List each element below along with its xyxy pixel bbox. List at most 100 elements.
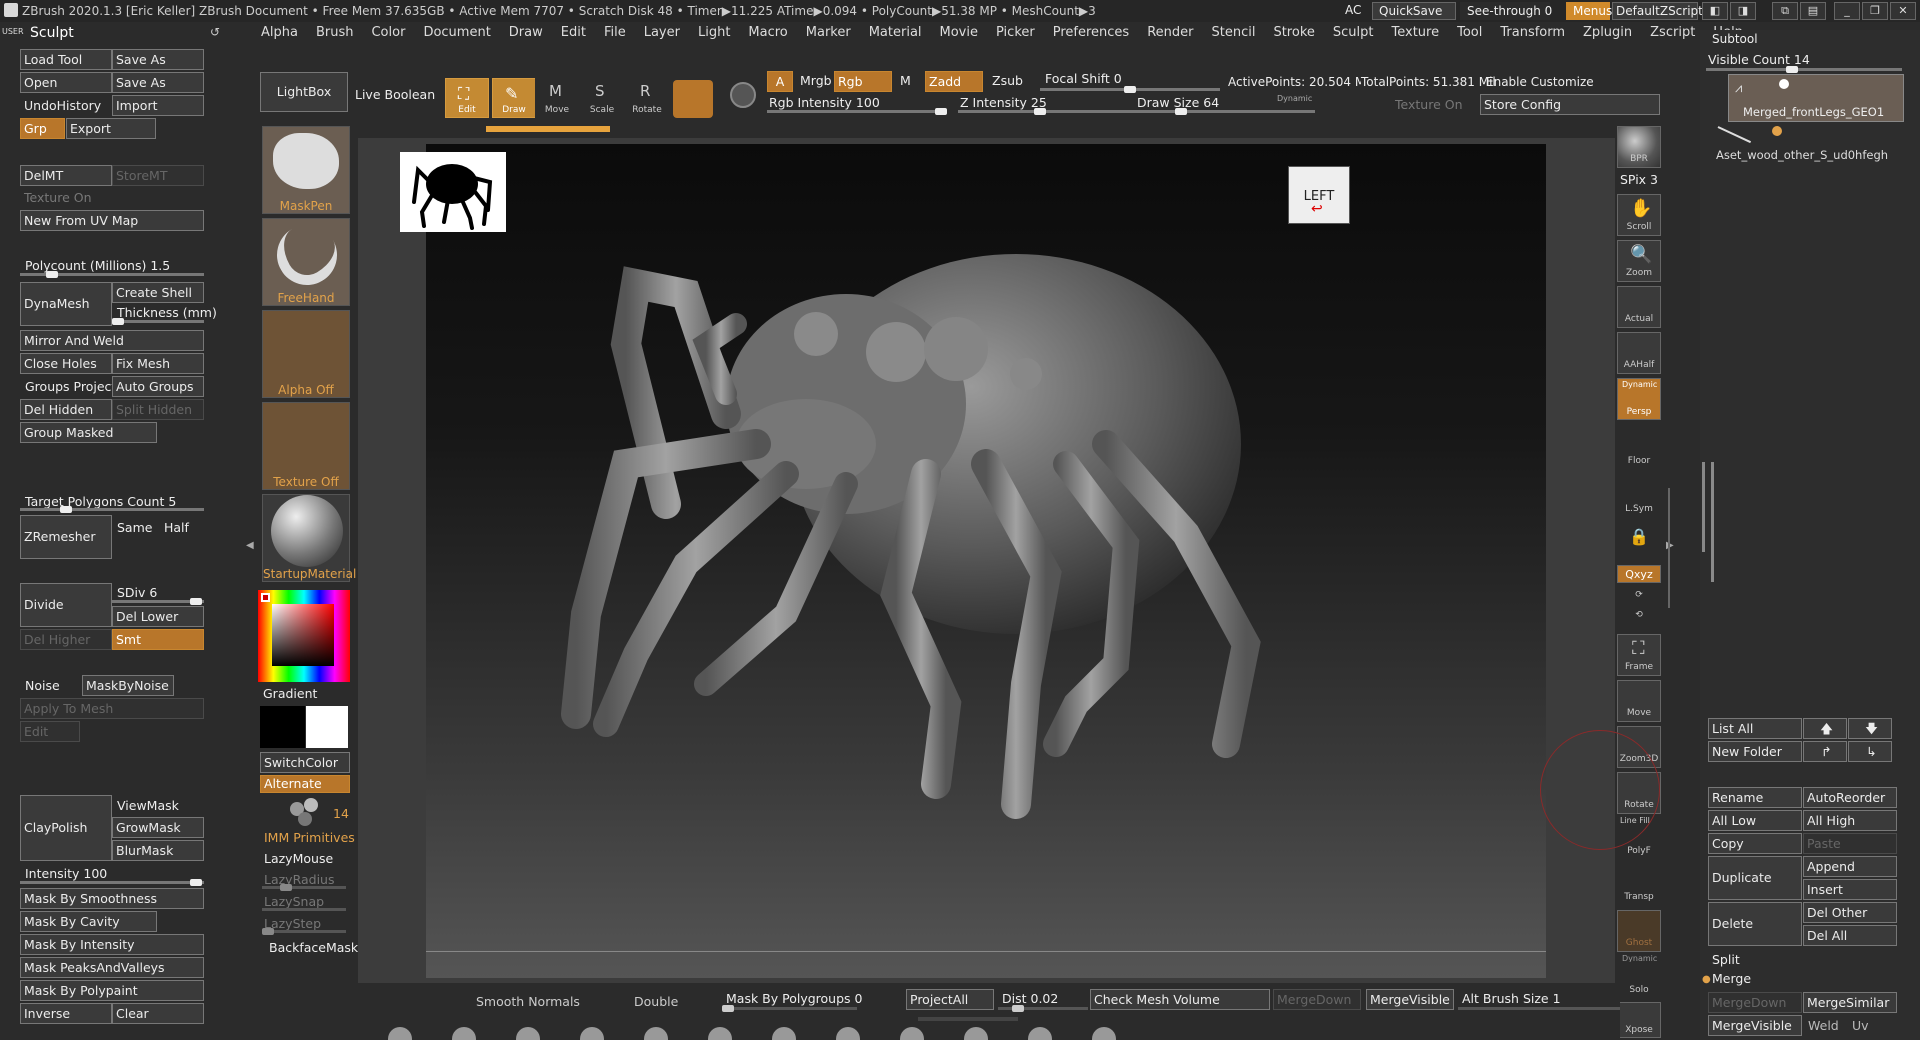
- subtool-item-2[interactable]: Aset_wood_other_S_ud0hfegh: [1708, 126, 1904, 166]
- del-hidden-button[interactable]: Del Hidden: [20, 399, 112, 420]
- mask-by-cavity-button[interactable]: Mask By Cavity: [20, 911, 157, 932]
- merge-section[interactable]: Merge: [1712, 971, 1751, 986]
- default-zscript-button[interactable]: DefaultZScript: [1612, 2, 1703, 20]
- dist-slider[interactable]: Dist 0.02: [1002, 991, 1058, 1006]
- xpose-button[interactable]: Xpose: [1617, 1002, 1661, 1038]
- brush-strip-thumb[interactable]: [772, 1027, 796, 1040]
- alt-brush-size-slider[interactable]: Alt Brush Size 1: [1462, 991, 1561, 1006]
- dynamic-label[interactable]: Dynamic: [1277, 94, 1312, 103]
- noise-label[interactable]: Noise: [25, 678, 60, 693]
- layout-icon-1[interactable]: ◧: [1702, 2, 1728, 20]
- z-intensity-track[interactable]: [958, 108, 1138, 115]
- color-picker[interactable]: [258, 590, 350, 682]
- menu-item-stencil[interactable]: Stencil: [1202, 25, 1264, 40]
- close-holes-button[interactable]: Close Holes: [20, 353, 112, 374]
- 3d-viewport[interactable]: LEFT ↩: [400, 144, 1546, 978]
- zadd-button[interactable]: Zadd: [925, 71, 983, 92]
- mask-by-polygroups-slider[interactable]: Mask By Polygroups 0: [726, 991, 862, 1006]
- m-label[interactable]: M: [900, 73, 911, 88]
- secondary-color-swatch[interactable]: [260, 706, 305, 748]
- import-button[interactable]: Import: [112, 95, 204, 116]
- backfacemask-button[interactable]: BackfaceMask: [269, 940, 358, 955]
- lazysnap-slider[interactable]: LazySnap: [264, 894, 324, 909]
- brush-strip-thumb[interactable]: [836, 1027, 860, 1040]
- a-button[interactable]: A: [767, 71, 793, 92]
- intensity-track[interactable]: [20, 879, 204, 886]
- dist-track[interactable]: [998, 1005, 1088, 1012]
- visible-count-track[interactable]: [1706, 66, 1902, 73]
- menu-item-picker[interactable]: Picker: [987, 25, 1044, 40]
- move-down-button[interactable]: 🡇: [1848, 718, 1892, 739]
- mrgb-label[interactable]: Mrgb: [800, 73, 832, 88]
- all-low-button[interactable]: All Low: [1708, 810, 1802, 831]
- menu-item-edit[interactable]: Edit: [552, 25, 595, 40]
- material-thumb[interactable]: StartupMaterial: [262, 494, 356, 582]
- zremesher-button[interactable]: ZRemesher: [20, 515, 112, 559]
- palette-title[interactable]: Sculpt: [30, 25, 74, 41]
- undo-history-button[interactable]: UndoHistory: [20, 95, 112, 116]
- imm-primitives-icon[interactable]: [288, 798, 322, 828]
- split-section[interactable]: Split: [1712, 952, 1740, 967]
- freehand-stroke-thumb[interactable]: FreeHand: [262, 214, 350, 306]
- check-mesh-volume-button[interactable]: Check Mesh Volume: [1090, 989, 1270, 1010]
- visible-count-slider[interactable]: Visible Count 14: [1708, 52, 1810, 67]
- polycount-track[interactable]: [20, 271, 204, 278]
- lock-button[interactable]: 🔒: [1617, 520, 1661, 562]
- menu-item-texture[interactable]: Texture: [1383, 25, 1449, 40]
- menu-item-file[interactable]: File: [595, 25, 635, 40]
- menu-item-marker[interactable]: Marker: [797, 25, 860, 40]
- brush-strip-thumb[interactable]: [1028, 1027, 1052, 1040]
- all-high-button[interactable]: All High: [1803, 810, 1897, 831]
- projectall-button[interactable]: ProjectAll: [906, 989, 994, 1010]
- auto-groups-button[interactable]: Auto Groups: [112, 376, 204, 397]
- divide-button[interactable]: Divide: [20, 583, 112, 627]
- see-through-slider[interactable]: See-through 0: [1460, 2, 1552, 20]
- group-masked-button[interactable]: Group Masked: [20, 422, 157, 443]
- copy-button[interactable]: Copy: [1708, 833, 1802, 854]
- ghost-button[interactable]: Ghost: [1617, 910, 1661, 952]
- spix-slider[interactable]: SPix 3: [1620, 172, 1658, 187]
- lightbox-button[interactable]: LightBox: [260, 72, 348, 112]
- focal-shift-slider[interactable]: Focal Shift 0: [1045, 71, 1122, 86]
- del-lower-button[interactable]: Del Lower: [112, 606, 204, 627]
- menu-item-material[interactable]: Material: [860, 25, 931, 40]
- new-folder-button[interactable]: New Folder: [1708, 741, 1802, 762]
- draw-size-track[interactable]: [1135, 108, 1315, 115]
- list-all-button[interactable]: List All: [1708, 718, 1802, 739]
- texture-thumb[interactable]: Texture Off: [262, 402, 350, 490]
- subtool-item-2-eye-icon[interactable]: [1772, 126, 1782, 136]
- menu-item-alpha[interactable]: Alpha: [252, 25, 307, 40]
- brush-strip-thumb[interactable]: [644, 1027, 668, 1040]
- store-config-button[interactable]: Store Config: [1480, 94, 1660, 115]
- transp-button[interactable]: Transp: [1617, 864, 1661, 906]
- minimize-icon[interactable]: _: [1834, 2, 1860, 20]
- target-polygons-track[interactable]: [20, 506, 204, 513]
- mask-by-polypaint-button[interactable]: Mask By Polypaint: [20, 980, 204, 1001]
- navigation-cube[interactable]: LEFT ↩: [1288, 166, 1350, 224]
- grp-button[interactable]: Grp: [20, 118, 65, 139]
- intensity-slider[interactable]: Intensity 100: [25, 866, 107, 881]
- mask-by-polygroups-track[interactable]: [722, 1005, 857, 1012]
- mask-by-intensity-button[interactable]: Mask By Intensity: [20, 934, 204, 955]
- save-as-button-2[interactable]: Save As: [112, 72, 204, 93]
- smt-button[interactable]: Smt: [112, 629, 204, 650]
- menu-item-sculpt[interactable]: Sculpt: [1324, 25, 1383, 40]
- mask-peaks-valleys-button[interactable]: Mask PeaksAndValleys: [20, 957, 204, 978]
- del-all-button[interactable]: Del All: [1803, 925, 1897, 946]
- open-button[interactable]: Open: [20, 72, 112, 93]
- layout-icon-3[interactable]: ⧉: [1772, 2, 1798, 20]
- menu-item-tool[interactable]: Tool: [1448, 25, 1491, 40]
- same-label[interactable]: Same: [117, 520, 152, 535]
- menu-item-light[interactable]: Light: [689, 25, 739, 40]
- lsym-button[interactable]: L.Sym: [1617, 476, 1661, 518]
- thickness-track[interactable]: [112, 318, 204, 325]
- claypolish-button[interactable]: ClayPolish: [20, 795, 112, 861]
- sdiv-track[interactable]: [112, 598, 204, 605]
- brush-strip-thumb[interactable]: [964, 1027, 988, 1040]
- menu-item-preferences[interactable]: Preferences: [1044, 25, 1138, 40]
- subtool-item-1[interactable]: ⩘ Merged_frontLegs_GEO1: [1728, 74, 1904, 122]
- rotate-z-button[interactable]: ⟲: [1617, 608, 1661, 626]
- color-picker-square[interactable]: [272, 604, 334, 666]
- rgb-intensity-track[interactable]: [767, 108, 947, 115]
- dynamesh-button[interactable]: DynaMesh: [20, 282, 112, 326]
